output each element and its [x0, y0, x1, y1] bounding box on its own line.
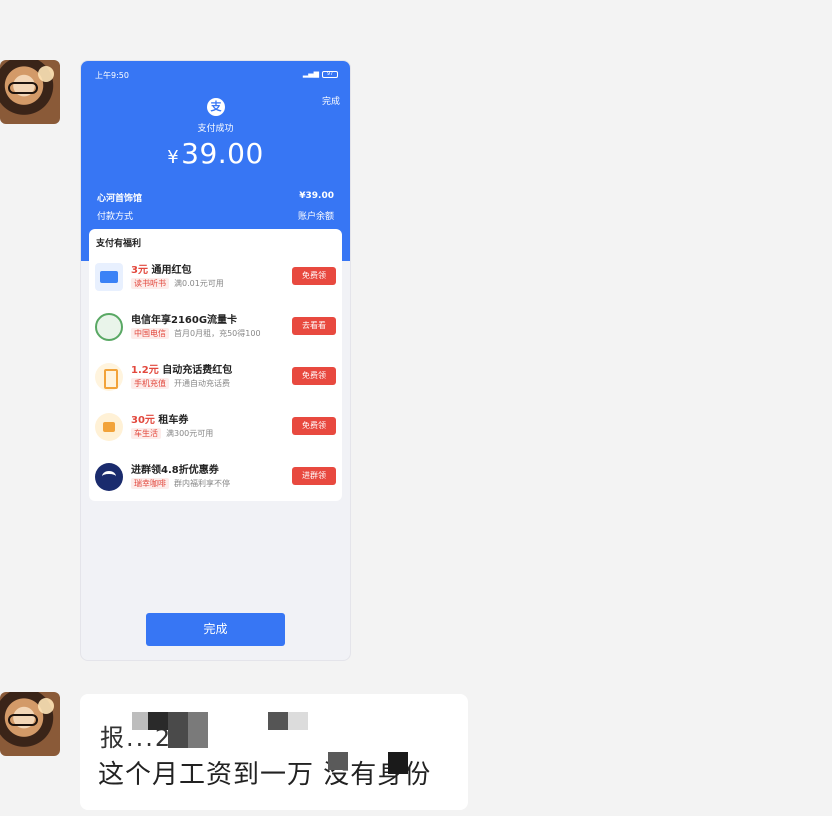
benefit-highlight: 30元: [131, 415, 155, 426]
benefit-title: 30元 租车券: [131, 411, 188, 426]
benefit-item[interactable]: 30元 租车券 车生活 满300元可用 免费领: [89, 403, 342, 453]
avatar[interactable]: [0, 60, 60, 124]
pay-method-value: 账户余额: [297, 212, 334, 222]
claim-button[interactable]: 免费领: [292, 267, 336, 285]
alipay-icon: 支: [207, 98, 225, 116]
benefit-sub: 开通自动充话费: [174, 379, 230, 388]
mosaic-block: [148, 712, 168, 730]
benefit-title: 电信年享2160G流量卡: [131, 311, 237, 326]
benefit-sub: 首月0月租，充50得100: [174, 329, 261, 338]
benefits-card: 支付有福利 3元 通用红包 读书听书 满0.01元可用 免费领 电信年享2160G…: [89, 229, 342, 501]
luckin-icon: [95, 463, 123, 491]
benefit-tags: 车生活 满300元可用: [131, 428, 213, 439]
benefits-title: 支付有福利: [96, 239, 142, 249]
mosaic-block: [188, 712, 208, 748]
benefit-badge: 中国电信: [131, 328, 169, 339]
benefit-highlight: 3元: [131, 265, 148, 276]
benefit-item[interactable]: 电信年享2160G流量卡 中国电信 首月0月租，充50得100 去看看: [89, 303, 342, 353]
done-button[interactable]: 完成: [146, 613, 285, 646]
benefit-highlight: 1.2元: [131, 365, 159, 376]
signal-icon: ▂▄▆: [302, 70, 319, 78]
amount-value: 39.00: [181, 137, 264, 170]
benefit-sub: 满0.01元可用: [174, 279, 224, 288]
view-button[interactable]: 去看看: [292, 317, 336, 335]
benefit-badge: 瑞幸咖啡: [131, 478, 169, 489]
currency-symbol: ¥: [167, 147, 180, 168]
benefit-title: 3元 通用红包: [131, 261, 191, 276]
benefit-sub: 满300元可用: [166, 429, 214, 438]
mosaic-block: [288, 712, 308, 730]
pay-amount: ¥39.00: [81, 137, 350, 170]
join-group-button[interactable]: 进群领: [292, 467, 336, 485]
benefit-item[interactable]: 进群领4.8折优惠券 瑞幸咖啡 群内福利享不停 进群领: [89, 453, 342, 503]
benefit-tags: 中国电信 首月0月租，充50得100: [131, 328, 261, 339]
merchant-amount: ¥39.00: [299, 191, 334, 201]
book-icon: [95, 263, 123, 291]
benefit-sub: 群内福利享不停: [174, 479, 230, 488]
phone-icon: [95, 363, 123, 391]
battery-icon: 97: [322, 70, 338, 78]
done-link[interactable]: 完成: [322, 94, 340, 107]
sim-card-icon: [95, 313, 123, 341]
benefit-title-text: 自动充话费红包: [162, 365, 233, 376]
benefit-badge: 车生活: [131, 428, 161, 439]
pay-status: 支付成功: [197, 124, 234, 134]
status-time: 上午9:50: [95, 71, 129, 80]
message-line-2: 这个月工资到一万 没有身份: [98, 760, 432, 790]
mosaic-block: [388, 752, 408, 774]
glasses-decoration: [8, 82, 38, 94]
benefit-title-text: 进群领4.8折优惠券: [131, 465, 219, 476]
benefit-title: 1.2元 自动充话费红包: [131, 361, 232, 376]
claim-button[interactable]: 免费领: [292, 367, 336, 385]
car-icon: [95, 413, 123, 441]
avatar[interactable]: [0, 692, 60, 756]
lamp-decoration: [38, 698, 54, 714]
benefit-badge: 手机充值: [131, 378, 169, 389]
benefit-item[interactable]: 1.2元 自动充话费红包 手机充值 开通自动充话费 免费领: [89, 353, 342, 403]
glasses-decoration: [8, 714, 38, 726]
payment-screenshot[interactable]: 上午9:50 ▂▄▆ 97 完成 支 支付成功 ¥39.00 心河首饰馆 ¥39…: [80, 60, 351, 661]
benefit-title-text: 租车券: [158, 415, 189, 426]
merchant-name: 心河首饰馆: [97, 194, 143, 204]
mosaic-block: [168, 712, 188, 748]
lamp-decoration: [38, 66, 54, 82]
benefit-tags: 读书听书 满0.01元可用: [131, 278, 224, 289]
mosaic-block: [268, 712, 288, 730]
benefit-title: 进群领4.8折优惠券: [131, 461, 219, 476]
mosaic-block: [328, 752, 348, 770]
status-icons: ▂▄▆ 97: [303, 70, 338, 78]
merchant-row: 心河首饰馆 ¥39.00: [97, 191, 334, 204]
pay-method-label: 付款方式: [97, 212, 134, 222]
pay-method-row: 付款方式 账户余额: [97, 209, 334, 222]
benefit-tags: 瑞幸咖啡 群内福利享不停: [131, 478, 230, 489]
benefit-tags: 手机充值 开通自动充话费: [131, 378, 230, 389]
benefit-title-text: 通用红包: [151, 265, 192, 276]
claim-button[interactable]: 免费领: [292, 417, 336, 435]
benefit-item[interactable]: 3元 通用红包 读书听书 满0.01元可用 免费领: [89, 253, 342, 303]
chat-bubble[interactable]: 报...27 这个月工资到一万 没有身份: [80, 694, 468, 810]
benefit-badge: 读书听书: [131, 278, 169, 289]
benefit-title-text: 电信年享2160G流量卡: [131, 315, 238, 326]
